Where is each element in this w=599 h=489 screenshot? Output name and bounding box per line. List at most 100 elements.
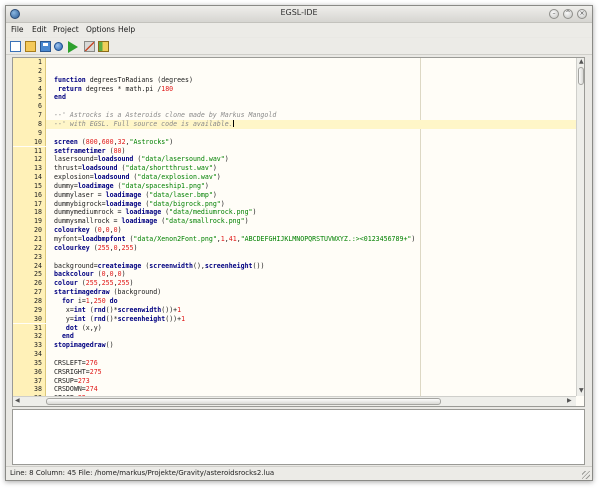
scroll-left-icon[interactable]: ◀ (15, 398, 20, 404)
code-line[interactable]: 29 x=int (rnd()*screenwidth())+1 (13, 305, 576, 315)
line-text[interactable]: stopimagedraw() (54, 341, 114, 350)
code-line[interactable]: 1 (13, 58, 576, 67)
line-text[interactable]: colour (255,255,255) (54, 279, 134, 288)
code-line[interactable]: 11 setframetimer (80) (13, 146, 576, 156)
minimize-icon[interactable]: – (549, 9, 559, 19)
code-line[interactable]: 7 --' Astrocks is a Asteroids clone made … (13, 111, 576, 120)
menu-help[interactable]: Help (118, 25, 135, 34)
code-line[interactable]: 3 function degreesToRadians (degrees) (13, 75, 576, 85)
menu-edit[interactable]: Edit (32, 25, 47, 34)
menu-options[interactable]: Options (86, 25, 115, 34)
line-text[interactable]: dummybigrock=loadimage ("data/bigrock.pn… (54, 200, 225, 209)
line-text[interactable]: end (54, 332, 74, 341)
line-text[interactable]: dummysmallrock = loadimage ("data/smallr… (54, 217, 249, 226)
scroll-right-icon[interactable]: ▶ (567, 398, 572, 404)
line-text[interactable]: startimagedraw (background) (54, 288, 161, 297)
code-line[interactable]: 13 thrust=loadsound ("data/shortthrust.wa… (13, 164, 576, 174)
compile-icon[interactable] (54, 42, 63, 51)
line-number: 16 (13, 190, 46, 200)
line-text[interactable]: backcolour (0,0,0) (54, 270, 126, 279)
code-line[interactable]: 8 --' with EGSL. Full source code is avai… (13, 119, 576, 129)
line-text[interactable]: function degreesToRadians (degrees) (54, 76, 193, 85)
code-line[interactable]: 4 return degrees * math.pi /180 (13, 84, 576, 94)
resize-grip-icon[interactable] (582, 471, 590, 479)
save-icon[interactable] (40, 41, 51, 52)
line-text[interactable]: dummymediumrock = loadimage ("data/mediu… (54, 208, 257, 217)
code-line[interactable]: 21 myfont=loadbmpfont ("data/Xenon2Font.p… (13, 235, 576, 244)
code-line[interactable]: 6 (13, 102, 576, 112)
code-line[interactable]: 16 dummylaser = loadimage ("data/laser.bm… (13, 190, 576, 200)
code-line[interactable]: 31 dot (x,y) (13, 323, 576, 333)
scroll-up-icon[interactable]: ▲ (579, 59, 584, 65)
line-text[interactable]: lasersound=loadsound ("data/lasersound.w… (54, 155, 229, 164)
code-line[interactable]: 26 colour (255,255,255) (13, 279, 576, 289)
line-text[interactable]: screen (800,600,32,"Astrocks") (54, 138, 173, 147)
code-line[interactable]: 30 y=int (rnd()*screenheight())+1 (13, 314, 576, 324)
line-text[interactable]: x=int (rnd()*screenwidth())+1 (54, 306, 181, 315)
line-text[interactable]: thrust=loadsound ("data/shortthrust.wav"… (54, 164, 217, 173)
code-line[interactable]: 23 (13, 252, 576, 262)
line-text[interactable]: CRSLEFT=276 (54, 359, 98, 368)
horizontal-scroll-thumb[interactable] (46, 398, 441, 405)
code-line[interactable]: 37 CRSUP=273 (13, 376, 576, 386)
line-text[interactable]: explosion=loadsound ("data/explosion.wav… (54, 173, 221, 182)
line-text[interactable]: --' Astrocks is a Asteroids clone made b… (54, 111, 276, 120)
code-line[interactable]: 24 background=createimage (screenwidth(),… (13, 261, 576, 271)
code-line[interactable]: 10 screen (800,600,32,"Astrocks") (13, 137, 576, 147)
line-text[interactable]: return degrees * math.pi /180 (54, 85, 173, 94)
code-line[interactable]: 12 lasersound=loadsound ("data/lasersound… (13, 155, 576, 165)
title-bar[interactable]: EGSL-IDE – ^ × (6, 6, 592, 23)
tools-icon[interactable] (84, 41, 95, 52)
menu-file[interactable]: File (11, 25, 24, 34)
line-text[interactable]: dummylaser = loadimage ("data/laser.bmp"… (54, 191, 217, 200)
code-editor[interactable]: 1 2 3 function degreesToRadians (degrees) 4 … (12, 57, 585, 407)
scroll-down-icon[interactable]: ▼ (579, 388, 584, 394)
close-icon[interactable]: × (577, 9, 587, 19)
maximize-icon[interactable]: ^ (563, 9, 573, 19)
code-line[interactable]: 15 dummy=loadimage ("data/spaceship1.png"… (13, 181, 576, 191)
menu-project[interactable]: Project (53, 25, 79, 34)
code-line[interactable]: 36 CRSRIGHT=275 (13, 367, 576, 377)
code-line[interactable]: 25 backcolour (0,0,0) (13, 270, 576, 280)
code-line[interactable]: 18 dummymediumrock = loadimage ("data/med… (13, 208, 576, 218)
line-text[interactable]: background=createimage (screenwidth(),sc… (54, 262, 264, 271)
code-line[interactable]: 9 (13, 128, 576, 138)
vertical-scrollbar[interactable]: ▲ ▼ (576, 58, 584, 396)
run-icon[interactable] (68, 41, 78, 53)
code-line[interactable]: 19 dummysmallrock = loadimage ("data/smal… (13, 217, 576, 227)
vertical-scroll-thumb[interactable] (578, 67, 584, 85)
line-text[interactable]: colourkey (0,0,0) (54, 226, 122, 235)
code-line[interactable]: 35 CRSLEFT=276 (13, 358, 576, 368)
line-text[interactable]: colourkey (255,0,255) (54, 244, 137, 253)
line-text[interactable]: for i=1,250 do (54, 297, 118, 306)
code-line[interactable]: 38 CRSDOWN=274 (13, 385, 576, 395)
line-text[interactable]: setframetimer (80) (54, 147, 126, 156)
horizontal-scrollbar[interactable]: ◀ ▶ (13, 396, 576, 406)
line-text[interactable]: y=int (rnd()*screenheight())+1 (54, 315, 185, 324)
line-text[interactable]: CRSRIGHT=275 (54, 368, 102, 377)
line-text[interactable]: --' with EGSL. Full source code is avail… (54, 119, 234, 129)
code-line[interactable]: 33 stopimagedraw() (13, 341, 576, 351)
code-line[interactable]: 5 end (13, 93, 576, 103)
open-folder-icon[interactable] (25, 41, 36, 52)
code-line[interactable]: 14 explosion=loadsound ("data/explosion.w… (13, 173, 576, 182)
line-text[interactable]: CRSUP=273 (54, 377, 90, 386)
line-text[interactable]: dummy=loadimage ("data/spaceship1.png") (54, 182, 209, 191)
code-line[interactable]: 28 for i=1,250 do (13, 296, 576, 306)
code-line[interactable]: 17 dummybigrock=loadimage ("data/bigrock.… (13, 199, 576, 209)
code-area[interactable]: 1 2 3 function degreesToRadians (degrees) 4 … (13, 58, 576, 396)
line-text[interactable]: myfont=loadbmpfont ("data/Xenon2Font.png… (54, 235, 415, 244)
code-line[interactable]: 27 startimagedraw (background) (13, 288, 576, 297)
code-line[interactable]: 32 end (13, 332, 576, 342)
new-file-icon[interactable] (10, 41, 21, 52)
line-text[interactable]: dot (x,y) (54, 324, 102, 333)
code-line[interactable]: 2 (13, 66, 576, 76)
code-line[interactable]: 22 colourkey (255,0,255) (13, 243, 576, 253)
code-line[interactable]: 20 colourkey (0,0,0) (13, 226, 576, 235)
line-number: 1 (13, 58, 46, 67)
help-book-icon[interactable] (98, 41, 109, 52)
output-panel[interactable] (12, 409, 585, 465)
code-line[interactable]: 34 (13, 350, 576, 359)
line-text[interactable]: CRSDOWN=274 (54, 385, 98, 394)
line-text[interactable]: end (54, 93, 66, 102)
